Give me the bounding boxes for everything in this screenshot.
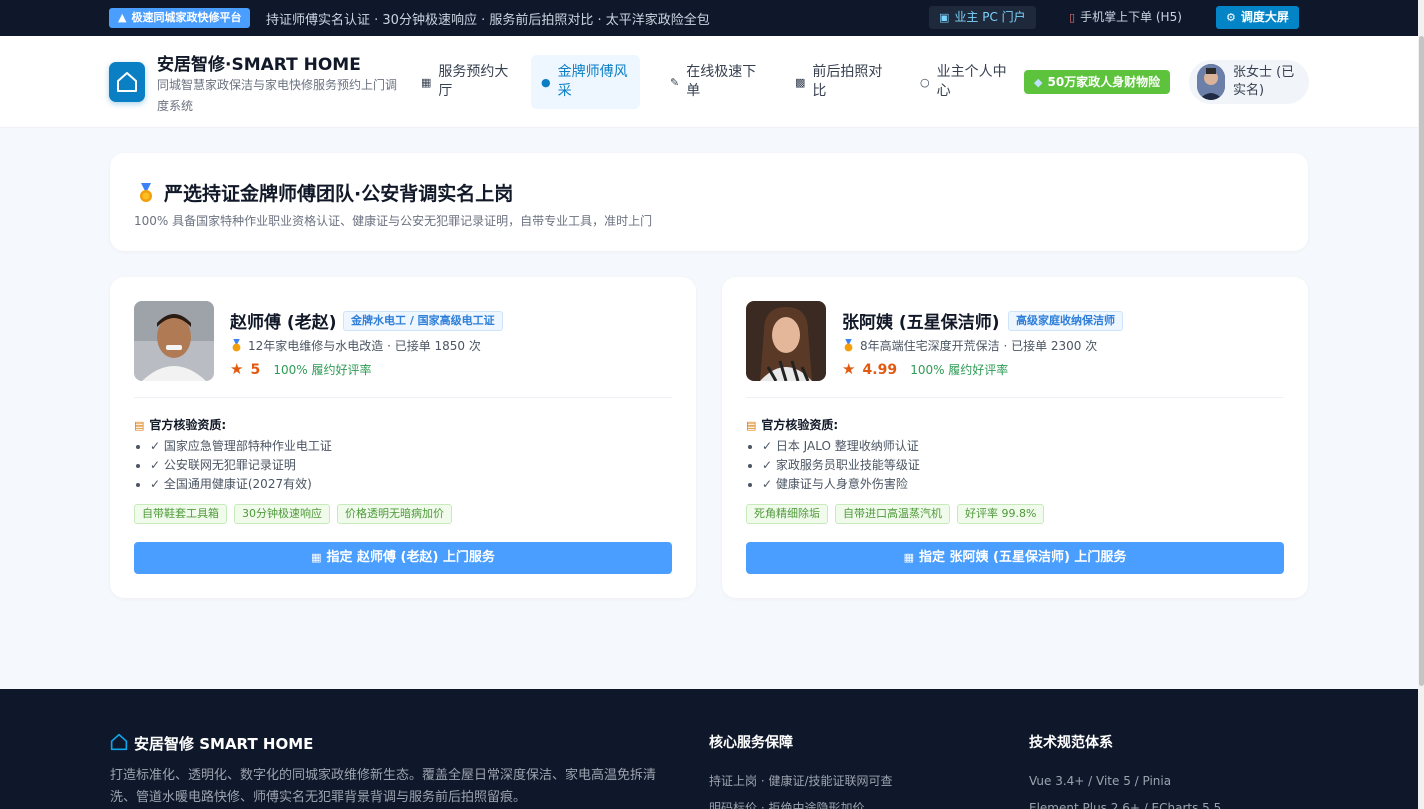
footer-link[interactable]: Element Plus 2.6+ / ECharts 5.5 [1029, 795, 1221, 809]
banner-subtitle: 100% 具备国家特种作业职业资格认证、健康证与公安无犯罪记录证明，自带专业工具… [134, 214, 653, 228]
scrollbar-thumb[interactable] [1419, 36, 1424, 686]
medal-icon [140, 183, 152, 202]
worker-experience: 8年高端住宅深度开荒保洁 · 已接单 2300 次 [842, 337, 1097, 354]
h5-order-button[interactable]: ▯ 手机掌上下单 (H5) [1059, 6, 1192, 29]
avatar [1197, 64, 1225, 100]
worker-rating: ★ 4.99 100% 履约好评率 [842, 359, 1008, 378]
qualification-item: ✓ 国家应急管理部特种作业电工证 [150, 437, 332, 456]
person-icon: ○ [920, 75, 930, 89]
book-worker-button[interactable]: ▦ 指定 张阿姨 (五星保洁师) 上门服务 [746, 542, 1284, 574]
scroll-icon: ▤ [134, 419, 145, 432]
feature-tags: 自带鞋套工具箱 30分钟极速响应 价格透明无暗病加价 [134, 504, 452, 524]
scroll-icon: ▤ [746, 419, 757, 432]
worker-photo [746, 301, 826, 381]
insurance-badge: ◆ 50万家政人身财物险 [1024, 70, 1171, 94]
feature-tag: 价格透明无暗病加价 [337, 504, 452, 524]
book-worker-button[interactable]: ▦ 指定 赵师傅 (老赵) 上门服务 [134, 542, 672, 574]
footer-link[interactable]: 持证上岗 · 健康证/技能证联网可查 [709, 768, 893, 795]
banner-title: 严选持证金牌师傅团队·公安背调实名上岗 [136, 179, 513, 206]
worker-name: 赵师傅 (老赵) [230, 313, 337, 333]
brand-title: 安居智修·SMART HOME [157, 55, 361, 75]
feature-tag: 自带鞋套工具箱 [134, 504, 227, 524]
shield-icon: ◆ [1034, 76, 1043, 89]
home-icon [110, 733, 128, 751]
good-rate: 100% 履约好评率 [273, 363, 372, 377]
laptop-icon: ▣ [939, 11, 950, 24]
dispatch-screen-button[interactable]: ⚙ 调度大屏 [1216, 6, 1299, 29]
phone-icon: ▯ [1069, 11, 1076, 24]
footer: 安居智修 SMART HOME 打造标准化、透明化、数字化的同城家政维修新生态。… [0, 689, 1418, 809]
feature-tag: 好评率 99.8% [957, 504, 1045, 524]
nav-service-hall[interactable]: ▦ 服务预约大厅 [411, 55, 520, 109]
feature-tag: 30分钟极速响应 [234, 504, 330, 524]
logo[interactable] [109, 62, 145, 102]
user-icon: ● [541, 75, 551, 89]
calendar-icon: ▦ [903, 551, 914, 564]
grid-icon: ▦ [421, 75, 432, 89]
nav-quick-order[interactable]: ✎ 在线极速下单 [660, 55, 768, 109]
brand-subtitle: 同城智慧家政保洁与家电快修服务预约上门调度系统 [157, 78, 398, 113]
footer-service-column: 核心服务保障 持证上岗 · 健康证/技能证联网可查 明码标价 · 拒绝中途隐形加… [709, 732, 893, 809]
worker-name: 张阿姨 (五星保洁师) [842, 313, 1000, 333]
gear-icon: ⚙ [1226, 11, 1236, 24]
home-icon [117, 72, 137, 92]
footer-column-title: 核心服务保障 [709, 735, 793, 751]
worker-card: 赵师傅 (老赵) 金牌水电工 / 国家高级电工证 12年家电维修与水电改造 · … [110, 277, 696, 598]
feature-tag: 死角精细除垢 [746, 504, 828, 524]
footer-brand: 安居智修 SMART HOME [110, 733, 313, 754]
medal-icon [232, 339, 241, 352]
pc-portal-button[interactable]: ▣ 业主 PC 门户 [929, 6, 1036, 29]
footer-link[interactable]: Vue 3.4+ / Vite 5 / Pinia [1029, 768, 1221, 795]
qualification-list: ✓ 国家应急管理部特种作业电工证 ✓ 公安联网无犯罪记录证明 ✓ 全国通用健康证… [150, 437, 332, 494]
qualification-title: ▤ 官方核验资质: [134, 418, 227, 432]
main-header: 安居智修·SMART HOME 同城智慧家政保洁与家电快修服务预约上门调度系统 … [0, 36, 1418, 128]
worker-photo [134, 301, 214, 381]
nav-user-center[interactable]: ○ 业主个人中心 [910, 55, 1019, 109]
team-banner: 严选持证金牌师傅团队·公安背调实名上岗 100% 具备国家特种作业职业资格认证、… [110, 153, 1308, 251]
user-profile-chip[interactable]: 张女士 (已实名) [1189, 60, 1309, 104]
divider [746, 397, 1284, 398]
qualification-title: ▤ 官方核验资质: [746, 418, 839, 432]
divider [134, 397, 672, 398]
qualification-item: ✓ 健康证与人身意外伤害险 [762, 475, 920, 494]
nav-photo-compare[interactable]: ▩ 前后拍照对比 [785, 55, 894, 109]
footer-link[interactable]: 明码标价 · 拒绝中途隐形加价 [709, 795, 893, 809]
footer-description: 打造标准化、透明化、数字化的同城家政维修新生态。覆盖全屋日常深度保洁、家电高温免… [110, 768, 657, 805]
announcement-ticker: 持证师傅实名认证 · 30分钟极速响应 · 服务前后拍照对比 · 太平洋家政险全… [266, 13, 710, 28]
medal-icon [844, 339, 853, 352]
footer-tech-column: 技术规范体系 Vue 3.4+ / Vite 5 / Pinia Element… [1029, 732, 1221, 809]
fire-icon: ▲ [118, 11, 127, 24]
worker-card: 张阿姨 (五星保洁师) 高级家庭收纳保洁师 8年高端住宅深度开荒保洁 · 已接单… [722, 277, 1308, 598]
user-name: 张女士 (已实名) [1233, 65, 1295, 98]
nav-gold-masters[interactable]: ● 金牌师傅风采 [531, 55, 640, 109]
qualification-list: ✓ 日本 JALO 整理收纳师认证 ✓ 家政服务员职业技能等级证 ✓ 健康证与人… [762, 437, 920, 494]
footer-column-title: 技术规范体系 [1029, 735, 1113, 751]
qualification-item: ✓ 公安联网无犯罪记录证明 [150, 456, 332, 475]
feature-tag: 自带进口高温蒸汽机 [835, 504, 950, 524]
cert-badge: 金牌水电工 / 国家高级电工证 [343, 311, 503, 331]
star-icon: ★ [842, 360, 856, 378]
platform-badge: ▲ 极速同城家政快修平台 [109, 8, 251, 28]
worker-rating: ★ 5 100% 履约好评率 [230, 359, 372, 378]
star-icon: ★ [230, 360, 244, 378]
image-icon: ▩ [795, 75, 806, 89]
qualification-item: ✓ 家政服务员职业技能等级证 [762, 456, 920, 475]
top-bar: ▲ 极速同城家政快修平台 持证师傅实名认证 · 30分钟极速响应 · 服务前后拍照… [0, 0, 1418, 36]
cert-badge: 高级家庭收纳保洁师 [1008, 311, 1123, 331]
feature-tags: 死角精细除垢 自带进口高温蒸汽机 好评率 99.8% [746, 504, 1045, 524]
worker-experience: 12年家电维修与水电改造 · 已接单 1850 次 [230, 337, 481, 354]
calendar-icon: ▦ [311, 551, 322, 564]
rating-score: 4.99 [862, 362, 898, 378]
qualification-item: ✓ 全国通用健康证(2027有效) [150, 475, 332, 494]
edit-icon: ✎ [670, 75, 680, 89]
good-rate: 100% 履约好评率 [910, 363, 1009, 377]
qualification-item: ✓ 日本 JALO 整理收纳师认证 [762, 437, 920, 456]
rating-score: 5 [250, 362, 261, 378]
